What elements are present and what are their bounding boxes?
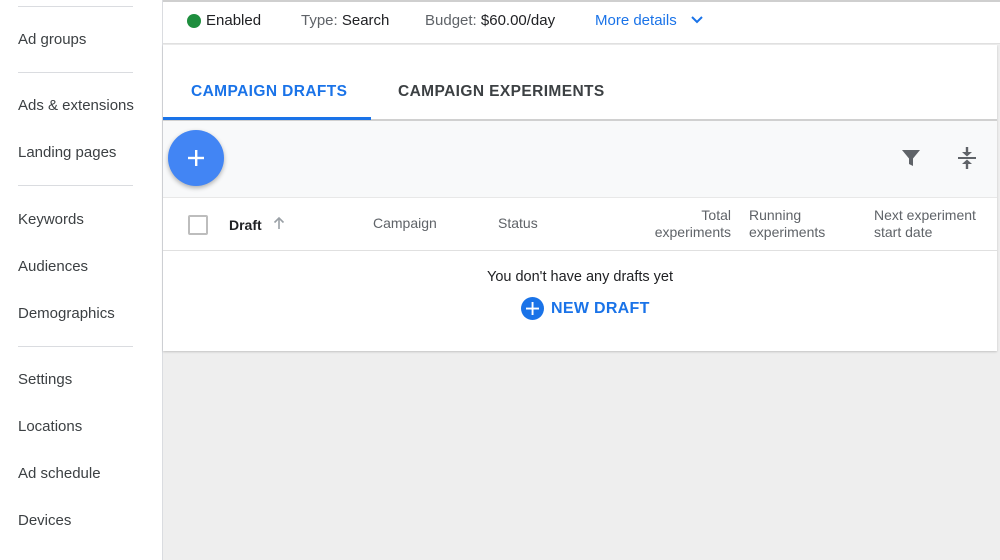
- status-dot-icon: [187, 14, 201, 28]
- column-header-next-experiment-line1: Next experiment: [874, 207, 976, 223]
- chevron-down-icon[interactable]: [690, 13, 704, 27]
- sidebar-item-locations[interactable]: Locations: [18, 418, 82, 435]
- drafts-experiments-card: CAMPAIGN DRAFTS CAMPAIGN EXPERIMENTS Dra…: [163, 45, 997, 351]
- column-header-next-experiment-line2: start date: [874, 224, 933, 240]
- column-header-total-experiments-line1: Total: [701, 207, 731, 223]
- sidebar-item-ad-groups[interactable]: Ad groups: [18, 31, 86, 48]
- sidebar-item-ad-schedule[interactable]: Ad schedule: [18, 465, 101, 482]
- tab-campaign-drafts[interactable]: CAMPAIGN DRAFTS: [191, 83, 347, 101]
- column-header-campaign[interactable]: Campaign: [373, 215, 437, 232]
- tab-bar: CAMPAIGN DRAFTS CAMPAIGN EXPERIMENTS: [163, 45, 997, 121]
- column-header-running-experiments-line1: Running: [749, 207, 802, 223]
- column-header-status[interactable]: Status: [498, 215, 538, 232]
- empty-state-message: You don't have any drafts yet: [486, 269, 674, 285]
- compact-rows-icon[interactable]: [957, 146, 977, 170]
- add-draft-button[interactable]: [168, 130, 224, 186]
- active-tab-indicator: [163, 117, 371, 120]
- column-header-draft[interactable]: Draft: [229, 217, 262, 234]
- sidebar-item-ads-extensions[interactable]: Ads & extensions: [18, 97, 134, 114]
- column-header-running-experiments-line2: experiments: [749, 224, 826, 240]
- column-header-running-experiments[interactable]: Running experiments: [749, 207, 825, 241]
- campaign-budget: Budget: $60.00/day: [425, 12, 555, 29]
- campaign-summary-bar: Enabled Type: Search Budget: $60.00/day …: [163, 0, 1000, 44]
- sidebar-divider: [18, 6, 133, 7]
- campaign-budget-label: Budget:: [425, 12, 477, 29]
- campaign-budget-value: $60.00/day: [480, 12, 556, 29]
- sidebar-divider: [18, 185, 133, 186]
- table-header-row: Draft Campaign Status Total experiments …: [163, 198, 997, 251]
- sidebar-item-devices[interactable]: Devices: [18, 512, 71, 529]
- new-draft-label: NEW DRAFT: [551, 300, 650, 317]
- sidebar-item-audiences[interactable]: Audiences: [18, 258, 88, 275]
- campaign-type: Type: Search: [301, 12, 389, 29]
- plus-icon: [188, 150, 204, 166]
- tab-campaign-experiments[interactable]: CAMPAIGN EXPERIMENTS: [398, 83, 605, 101]
- sidebar-item-landing-pages[interactable]: Landing pages: [18, 144, 116, 161]
- campaign-type-label: Type:: [301, 12, 338, 29]
- sidebar-item-keywords[interactable]: Keywords: [18, 211, 84, 228]
- column-header-total-experiments[interactable]: Total experiments: [633, 207, 731, 241]
- column-header-next-experiment-start-date[interactable]: Next experiment start date: [874, 207, 976, 241]
- more-details-link[interactable]: More details: [595, 12, 677, 29]
- sidebar-divider: [18, 72, 133, 73]
- sidebar-divider: [18, 346, 133, 347]
- select-all-checkbox[interactable]: [188, 215, 208, 235]
- campaign-status: Enabled: [206, 12, 262, 29]
- sidebar-item-demographics[interactable]: Demographics: [18, 305, 115, 322]
- sidebar: Ad groups Ads & extensions Landing pages…: [0, 0, 163, 560]
- filter-icon[interactable]: [901, 148, 921, 168]
- column-header-total-experiments-line2: experiments: [654, 224, 731, 240]
- table-toolbar: [163, 121, 997, 198]
- sort-ascending-icon[interactable]: [273, 216, 285, 230]
- campaign-type-value: Search: [341, 12, 390, 29]
- sidebar-item-settings[interactable]: Settings: [18, 371, 72, 388]
- add-circle-icon: [521, 297, 544, 320]
